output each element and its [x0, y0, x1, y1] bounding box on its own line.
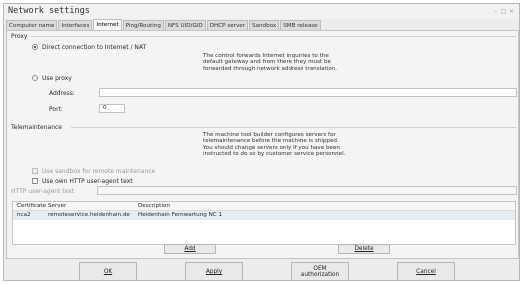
tab-smb-release[interactable]: SMB release: [280, 20, 321, 30]
network-settings-window: Network settings – □ × Computer name Int…: [3, 3, 520, 281]
direct-connection-info: The control forwards Internet inquiries …: [203, 53, 338, 72]
apply-button[interactable]: Apply: [185, 262, 243, 281]
port-label: Port:: [49, 106, 63, 113]
oem-authorization-button[interactable]: OEM authorization: [291, 262, 349, 281]
telemaintenance-divider: [71, 127, 516, 128]
tab-ping-routing[interactable]: Ping/Routing: [122, 20, 164, 30]
port-input[interactable]: 0: [99, 104, 125, 113]
minimize-icon[interactable]: –: [492, 8, 499, 15]
telemaintenance-section-label: Telemaintenance: [11, 124, 63, 131]
add-button-label: Add: [184, 246, 196, 252]
tab-internet[interactable]: Internet: [93, 19, 122, 30]
tab-dhcp-server[interactable]: DHCP server: [206, 20, 249, 30]
title-bar: Network settings – □ ×: [4, 4, 519, 19]
column-header-certificate: Certificate: [17, 203, 47, 209]
sandbox-checkbox[interactable]: [32, 168, 38, 174]
delete-button[interactable]: Delete: [338, 244, 390, 254]
window-title: Network settings: [8, 6, 90, 16]
user-agent-field-label: HTTP user-agent text: [11, 188, 75, 195]
tab-nfs-uid-gid[interactable]: NFS UID/GID: [164, 20, 206, 30]
tab-interfaces[interactable]: Interfaces: [58, 20, 93, 30]
telemaintenance-info: The machine tool builder configures serv…: [203, 132, 346, 158]
column-header-server: Server: [48, 203, 67, 209]
delete-button-label: Delete: [354, 246, 374, 252]
tab-sandbox[interactable]: Sandbox: [249, 20, 280, 30]
own-user-agent-checkbox[interactable]: [32, 178, 38, 184]
cancel-button-label: Cancel: [416, 269, 436, 275]
server-table: Certificate Server Description nca2 remo…: [12, 201, 516, 245]
apply-button-label: Apply: [205, 269, 223, 275]
maximize-icon[interactable]: □: [500, 8, 507, 15]
column-header-description: Description: [138, 203, 170, 209]
use-proxy-label: Use proxy: [42, 75, 72, 82]
use-proxy-radio[interactable]: [32, 75, 38, 81]
internet-panel: Proxy Direct connection to Internet / NA…: [6, 30, 519, 259]
table-row[interactable]: nca2 remoteservice.heidenhain.de Heidenh…: [13, 211, 515, 220]
table-header: Certificate Server Description: [13, 202, 515, 211]
ok-button[interactable]: OK: [79, 262, 137, 281]
user-agent-input[interactable]: [97, 186, 517, 195]
proxy-section-label: Proxy: [11, 33, 28, 40]
address-label: Address:: [49, 90, 75, 97]
own-user-agent-label: Use own HTTP user-agent text: [42, 178, 133, 185]
tab-bar: Computer name Interfaces Internet Ping/R…: [6, 19, 322, 30]
address-input[interactable]: [99, 88, 517, 97]
sandbox-label: Use sandbox for remote maintenance: [42, 168, 156, 175]
ok-button-label: OK: [103, 269, 113, 275]
add-button[interactable]: Add: [164, 244, 216, 254]
direct-connection-radio[interactable]: [32, 44, 38, 50]
tab-computer-name[interactable]: Computer name: [6, 20, 58, 30]
row-certificate: nca2: [17, 212, 31, 218]
direct-connection-label: Direct connection to Internet / NAT: [42, 44, 147, 51]
oem-button-line2: authorization: [300, 272, 340, 278]
row-description: Heidenhain Fernwartung NC 1: [138, 212, 223, 218]
close-icon[interactable]: ×: [508, 8, 515, 15]
row-server: remoteservice.heidenhain.de: [48, 212, 130, 218]
proxy-divider: [31, 36, 516, 37]
cancel-button[interactable]: Cancel: [397, 262, 455, 281]
